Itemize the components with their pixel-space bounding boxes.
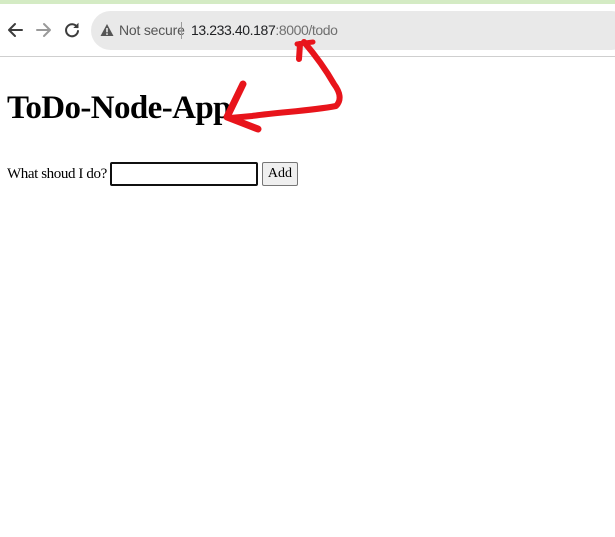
address-bar-divider bbox=[181, 22, 182, 39]
annotation-arrow-head bbox=[223, 80, 262, 133]
todo-input[interactable] bbox=[109, 162, 258, 186]
add-button[interactable]: Add bbox=[261, 162, 298, 186]
back-arrow-icon bbox=[8, 23, 23, 37]
todo-form: What shoud I do? Add bbox=[7, 161, 298, 187]
back-button[interactable] bbox=[4, 16, 26, 44]
reload-icon bbox=[65, 22, 79, 38]
todo-input-label: What shoud I do? bbox=[7, 165, 107, 182]
page-title: ToDo-Node-App bbox=[7, 90, 231, 126]
url-text[interactable]: 13.233.40.187:8000/todo bbox=[191, 21, 338, 39]
security-status-label[interactable]: Not secure bbox=[119, 21, 185, 39]
url-host: 13.233.40.187 bbox=[191, 22, 276, 38]
warning-triangle-icon bbox=[100, 24, 114, 36]
browser-toolbar: Not secure 13.233.40.187:8000/todo bbox=[0, 4, 615, 57]
address-bar[interactable]: Not secure 13.233.40.187:8000/todo bbox=[91, 11, 615, 50]
forward-button[interactable] bbox=[33, 16, 55, 44]
url-path: :8000/todo bbox=[275, 22, 338, 38]
annotation-arrow-overlay bbox=[223, 39, 343, 133]
reload-button[interactable] bbox=[61, 16, 83, 44]
forward-arrow-icon bbox=[36, 23, 51, 37]
